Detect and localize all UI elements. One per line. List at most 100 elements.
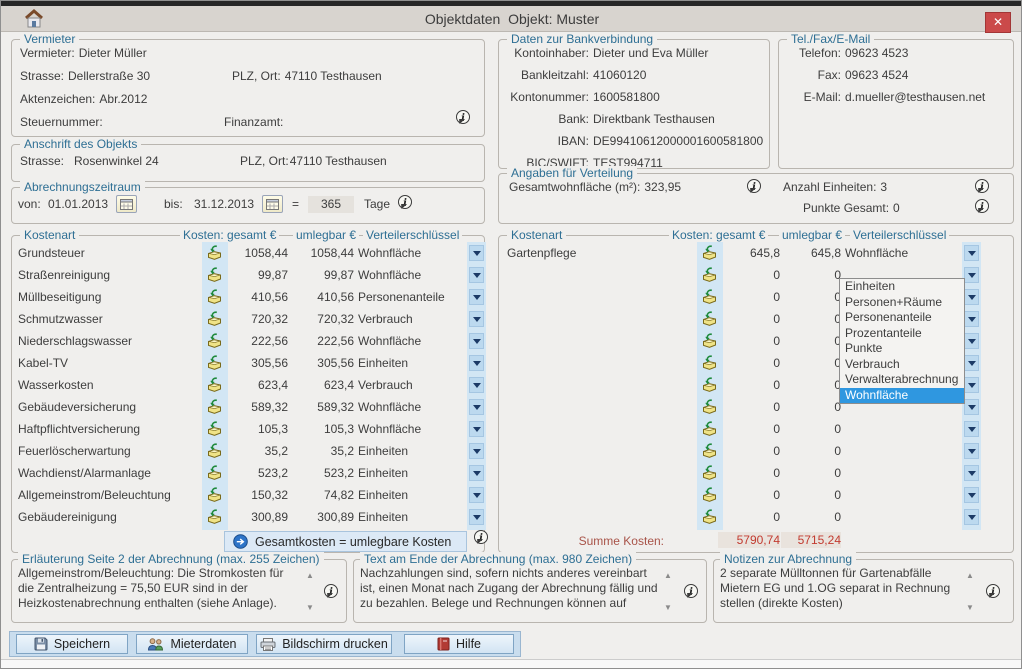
verteilerschluessel-dropdown-button[interactable] [469,399,484,415]
info-icon[interactable] [474,530,488,544]
endtext-textarea[interactable]: Nachzahlungen sind, sofern nichts andere… [360,566,660,611]
cost-umlegbar-field[interactable]: 0 [781,268,841,282]
cost-gesamt-field[interactable]: 0 [718,334,780,348]
scroll-up-icon[interactable]: ▲ [966,572,974,580]
cost-umlegbar-field[interactable]: 0 [781,356,841,370]
info-icon[interactable] [684,584,698,598]
dropdown-item[interactable]: Prozentanteile [840,326,964,342]
verteilerschluessel-dropdown-button[interactable] [469,289,484,305]
cost-umlegbar-field[interactable]: 0 [781,422,841,436]
einheiten-value[interactable]: 3 [880,180,887,194]
info-icon[interactable] [747,179,761,193]
cost-umlegbar-field[interactable]: 410,56 [294,290,354,304]
cost-umlegbar-field[interactable]: 0 [781,488,841,502]
dropdown-item[interactable]: Verwalterabrechnung [840,372,964,388]
cost-name-field[interactable]: Feuerlöscherwartung [18,444,131,458]
close-button[interactable]: ✕ [985,12,1011,33]
verteilerschluessel-dropdown-button[interactable] [469,443,484,459]
verteilerschluessel-dropdown-button[interactable] [964,355,979,371]
cost-umlegbar-field[interactable]: 1058,44 [294,246,354,260]
info-icon[interactable] [398,195,412,209]
vermieter-akten-value[interactable]: Abr.2012 [99,92,147,106]
telefon-value[interactable]: 09623 4523 [845,46,908,60]
cost-gesamt-field[interactable]: 0 [718,400,780,414]
verteilerschluessel-dropdown-button[interactable] [469,509,484,525]
cost-umlegbar-field[interactable]: 105,3 [294,422,354,436]
cost-umlegbar-field[interactable]: 0 [781,510,841,524]
cost-umlegbar-field[interactable]: 74,82 [294,488,354,502]
import-cost-icon[interactable] [206,267,223,285]
cost-name-field[interactable]: Gebäudereinigung [18,510,117,524]
cost-umlegbar-field[interactable]: 623,4 [294,378,354,392]
cost-name-field[interactable]: Gartenpflege [507,246,576,260]
cost-gesamt-field[interactable]: 410,56 [226,290,288,304]
cost-name-field[interactable]: Gebäudeversicherung [18,400,136,414]
cost-umlegbar-field[interactable]: 720,32 [294,312,354,326]
verteilerschluessel-dropdown-button[interactable] [964,465,979,481]
cost-name-field[interactable]: Niederschlagswasser [18,334,132,348]
cost-umlegbar-field[interactable]: 99,87 [294,268,354,282]
cost-gesamt-field[interactable]: 150,32 [226,488,288,502]
verteilerschluessel-dropdown-button[interactable] [469,267,484,283]
cost-gesamt-field[interactable]: 0 [718,444,780,458]
erlaeuterung-textarea[interactable]: Allgemeinstrom/Beleuchtung: Die Stromkos… [18,566,302,611]
verteilerschluessel-dropdown-button[interactable] [964,487,979,503]
scroll-down-icon[interactable]: ▼ [306,604,314,612]
cost-gesamt-field[interactable]: 0 [718,356,780,370]
scroll-down-icon[interactable]: ▼ [664,604,672,612]
bank-value[interactable]: Direktbank Testhausen [593,112,715,126]
bildschirm-drucken-button[interactable]: Bildschirm drucken [256,634,392,654]
scroll-up-icon[interactable]: ▲ [306,572,314,580]
verteilerschluessel-dropdown-button[interactable] [964,421,979,437]
verteilerschluessel-dropdown-button[interactable] [469,311,484,327]
bis-date-value[interactable]: 31.12.2013 [194,197,254,211]
import-cost-icon[interactable] [206,289,223,307]
cost-umlegbar-field[interactable]: 0 [781,444,841,458]
tage-field[interactable]: 365 [308,196,354,213]
import-cost-icon[interactable] [206,509,223,527]
import-cost-icon[interactable] [701,377,718,395]
cost-umlegbar-field[interactable]: 0 [781,400,841,414]
dropdown-item[interactable]: Wohnfläche [840,388,964,404]
cost-umlegbar-field[interactable]: 0 [781,312,841,326]
import-cost-icon[interactable] [701,443,718,461]
info-icon[interactable] [975,199,989,213]
scroll-up-icon[interactable]: ▲ [664,572,672,580]
import-cost-icon[interactable] [206,465,223,483]
objekt-strasse-value[interactable]: Rosenwinkel 24 [74,154,159,168]
cost-umlegbar-field[interactable]: 0 [781,378,841,392]
verteilerschluessel-dropdown-button[interactable] [964,509,979,525]
speichern-button[interactable]: Speichern [16,634,128,654]
cost-gesamt-field[interactable]: 0 [718,422,780,436]
import-cost-icon[interactable] [701,465,718,483]
import-cost-icon[interactable] [701,333,718,351]
import-cost-icon[interactable] [206,487,223,505]
cost-gesamt-field[interactable]: 0 [718,488,780,502]
cost-umlegbar-field[interactable]: 0 [781,290,841,304]
import-cost-icon[interactable] [701,245,718,263]
cost-name-field[interactable]: Grundsteuer [18,246,85,260]
verteilerschluessel-dropdown-button[interactable] [964,443,979,459]
cost-umlegbar-field[interactable]: 523,2 [294,466,354,480]
iban-value[interactable]: DE99410612000001600581800 [593,134,763,148]
cost-name-field[interactable]: Allgemeinstrom/Beleuchtung [18,488,171,502]
import-cost-icon[interactable] [701,399,718,417]
von-date-value[interactable]: 01.01.2013 [48,197,108,211]
import-cost-icon[interactable] [701,267,718,285]
cost-gesamt-field[interactable]: 720,32 [226,312,288,326]
cost-gesamt-field[interactable]: 300,89 [226,510,288,524]
cost-umlegbar-field[interactable]: 300,89 [294,510,354,524]
verteilerschluessel-dropdown-button[interactable] [964,333,979,349]
cost-umlegbar-field[interactable]: 589,32 [294,400,354,414]
verteilerschluessel-dropdown-button[interactable] [964,311,979,327]
import-cost-icon[interactable] [206,421,223,439]
cost-gesamt-field[interactable]: 0 [718,378,780,392]
import-cost-icon[interactable] [206,245,223,263]
email-value[interactable]: d.mueller@testhausen.net [845,90,985,104]
import-cost-icon[interactable] [701,311,718,329]
cost-gesamt-field[interactable]: 105,3 [226,422,288,436]
kontonummer-value[interactable]: 1600581800 [593,90,660,104]
verteilerschluessel-dropdown-button[interactable] [469,487,484,503]
cost-gesamt-field[interactable]: 1058,44 [226,246,288,260]
cost-gesamt-field[interactable]: 99,87 [226,268,288,282]
